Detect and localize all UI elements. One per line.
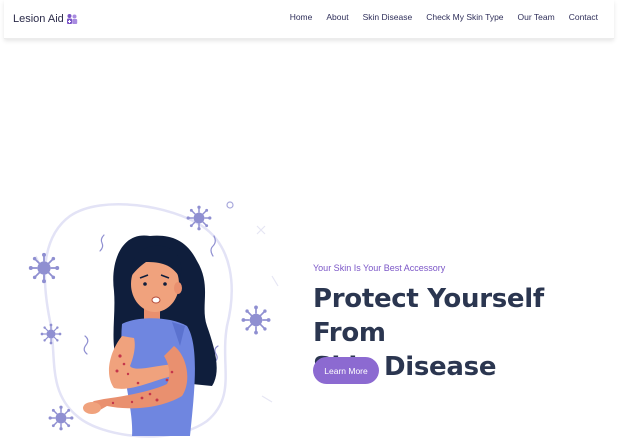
nav-check-skin-type[interactable]: Check My Skin Type xyxy=(426,12,503,22)
brand-name: Lesion Aid xyxy=(13,13,64,25)
nav-menu: Home About Skin Disease Check My Skin Ty… xyxy=(290,12,598,22)
nav-our-team[interactable]: Our Team xyxy=(518,12,555,22)
hero-tagline: Your Skin Is Your Best Accessory xyxy=(313,263,446,273)
navbar: Lesion Aid Home About Skin Disease Check… xyxy=(4,0,614,39)
learn-more-button[interactable]: Learn More xyxy=(313,357,379,384)
nav-skin-disease[interactable]: Skin Disease xyxy=(363,12,413,22)
medical-team-icon xyxy=(66,14,77,24)
nav-about[interactable]: About xyxy=(326,12,348,22)
nav-home[interactable]: Home xyxy=(290,12,313,22)
brand-logo[interactable]: Lesion Aid xyxy=(13,11,78,27)
woman-with-skin-rash-illustration xyxy=(27,201,279,438)
hero-headline-line1: Protect Yourself From xyxy=(313,284,544,348)
nav-contact[interactable]: Contact xyxy=(569,12,598,22)
